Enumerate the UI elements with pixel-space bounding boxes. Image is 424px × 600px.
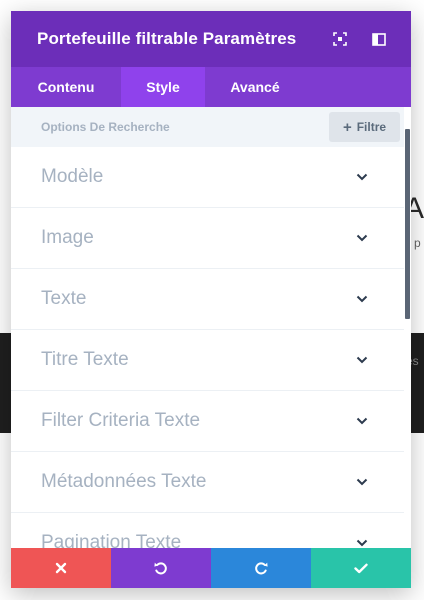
close-icon bbox=[55, 562, 67, 574]
chevron-down-icon bbox=[356, 295, 368, 303]
section-label: Titre Texte bbox=[41, 349, 129, 370]
plus-icon: + bbox=[342, 118, 352, 136]
redo-icon bbox=[255, 562, 268, 575]
redo-button[interactable] bbox=[211, 548, 311, 588]
undo-icon bbox=[154, 562, 167, 575]
modal-header: Portefeuille filtrable Paramètres bbox=[11, 11, 411, 67]
chevron-down-icon bbox=[356, 417, 368, 425]
search-options-bar: Options De Recherche + Filtre bbox=[11, 107, 405, 147]
scrollbar-thumb[interactable] bbox=[405, 129, 410, 319]
section-texte[interactable]: Texte bbox=[11, 269, 404, 330]
filter-button[interactable]: + Filtre bbox=[329, 112, 400, 142]
tab-style[interactable]: Style bbox=[121, 67, 205, 107]
tab-bar: Contenu Style Avancé bbox=[11, 67, 411, 107]
check-icon bbox=[354, 563, 368, 573]
modal-footer bbox=[11, 548, 411, 588]
section-titre-texte[interactable]: Titre Texte bbox=[11, 330, 404, 391]
chevron-down-icon bbox=[356, 478, 368, 486]
section-label: Texte bbox=[41, 288, 87, 309]
section-label: Filter Criteria Texte bbox=[41, 410, 201, 431]
tab-avance[interactable]: Avancé bbox=[205, 67, 305, 107]
chevron-down-icon bbox=[356, 356, 368, 364]
section-label: Modèle bbox=[41, 166, 104, 187]
section-filter-criteria-texte[interactable]: Filter Criteria Texte bbox=[11, 391, 404, 452]
sidebar-toggle-icon[interactable] bbox=[370, 30, 388, 48]
settings-section-list: Modèle Image Texte Titre Texte Filter Cr… bbox=[11, 147, 404, 548]
undo-button[interactable] bbox=[111, 548, 211, 588]
section-modele[interactable]: Modèle bbox=[11, 147, 404, 208]
section-label: Pagination Texte bbox=[41, 532, 182, 548]
settings-modal: Portefeuille filtrable Paramètres Conten… bbox=[11, 11, 411, 588]
search-options-input[interactable]: Options De Recherche bbox=[41, 120, 170, 134]
chevron-down-icon bbox=[356, 173, 368, 181]
discard-button[interactable] bbox=[11, 548, 111, 588]
modal-title: Portefeuille filtrable Paramètres bbox=[37, 29, 297, 48]
chevron-down-icon bbox=[356, 539, 368, 547]
section-image[interactable]: Image bbox=[11, 208, 404, 269]
section-label: Métadonnées Texte bbox=[41, 471, 207, 492]
tab-contenu[interactable]: Contenu bbox=[11, 67, 121, 107]
section-pagination-texte[interactable]: Pagination Texte bbox=[11, 513, 404, 548]
section-metadonnees-texte[interactable]: Métadonnées Texte bbox=[11, 452, 404, 513]
save-button[interactable] bbox=[311, 548, 411, 588]
filter-button-label: Filtre bbox=[356, 120, 387, 134]
section-label: Image bbox=[41, 227, 94, 248]
expand-icon[interactable] bbox=[331, 30, 349, 48]
chevron-down-icon bbox=[356, 234, 368, 242]
